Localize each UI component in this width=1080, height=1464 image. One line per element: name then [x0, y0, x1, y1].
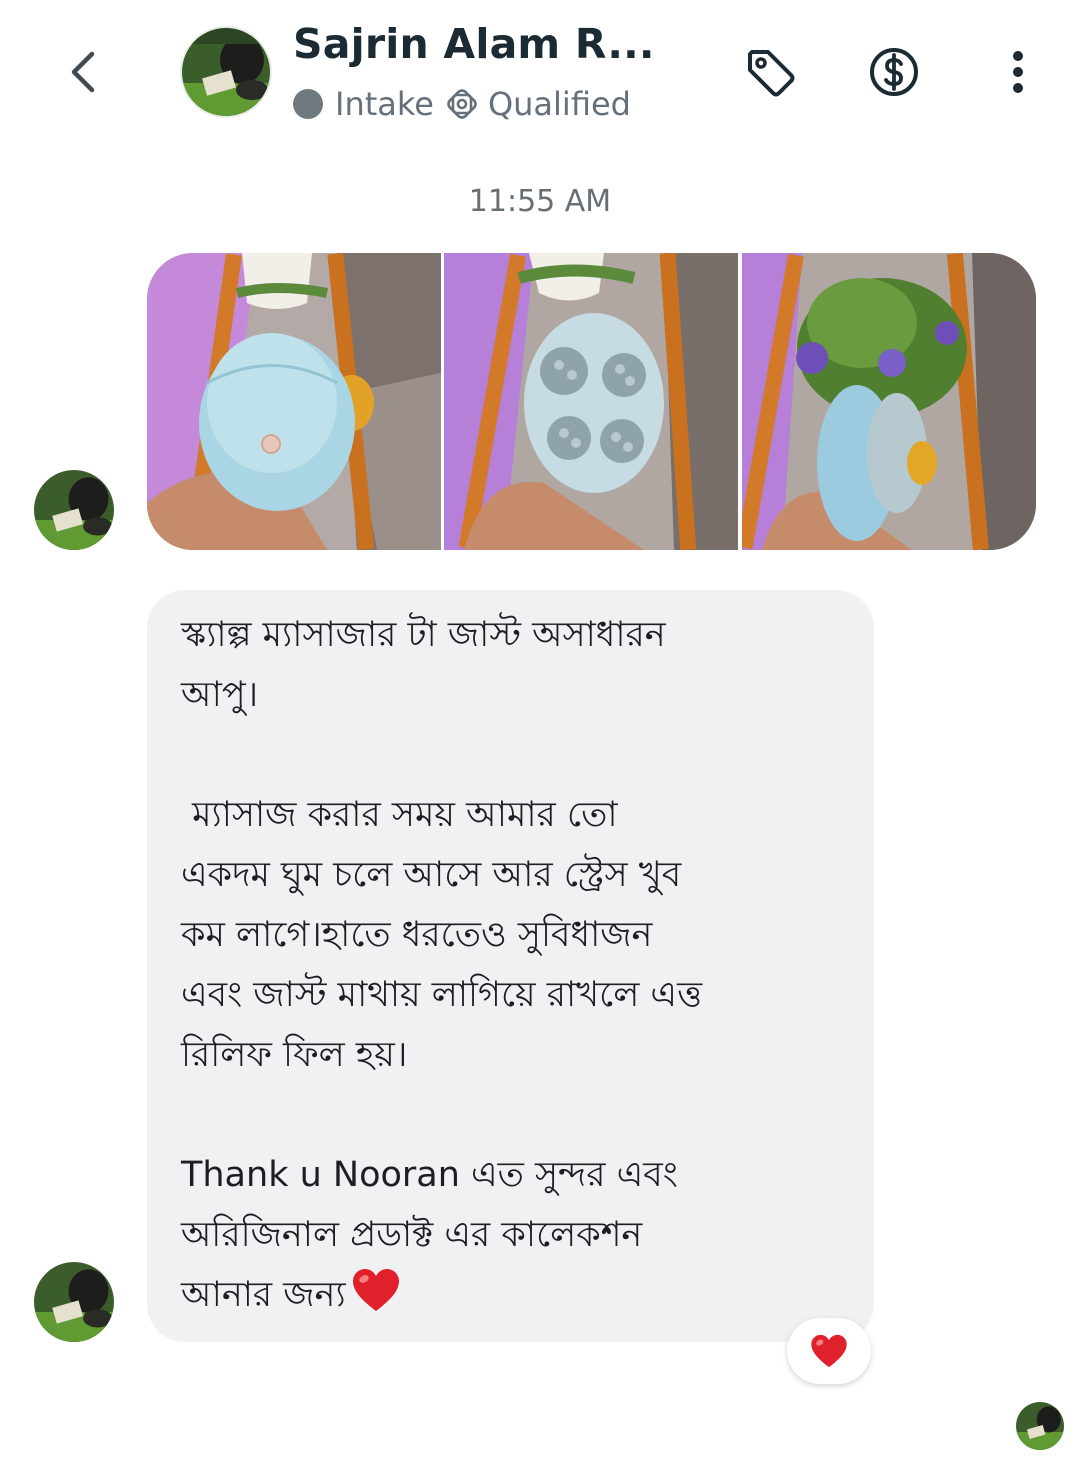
conversation-header: Sajrin Alam R... Intake Qualified: [0, 0, 1080, 150]
message-last-line: আনার জন্য: [181, 1265, 838, 1325]
payment-button[interactable]: [864, 42, 924, 102]
message-timestamp: 11:55 AM: [468, 184, 612, 219]
message-line: কম লাগে।হাতে ধরতেও সুবিধাজন: [181, 915, 653, 955]
seen-receipt-avatar: [1016, 1402, 1064, 1450]
gallery-photo[interactable]: [444, 253, 739, 550]
gallery-photo[interactable]: [741, 253, 1036, 550]
tag-button[interactable]: [740, 42, 800, 102]
message-line: এবং জাস্ট মাথায় লাগিয়ে রাখলে এত্ত: [181, 975, 703, 1015]
status-dot: [293, 89, 323, 119]
message-line: Thank u Nooran এত সুন্দর এবং: [181, 1155, 678, 1195]
message-line: অরিজিনাল প্রডাক্ট এর কালেকশন: [181, 1215, 643, 1255]
heart-emoji-icon: [352, 1269, 399, 1311]
contact-avatar[interactable]: [182, 28, 270, 116]
message-line: আনার জন্য: [181, 1275, 346, 1315]
message-line: আপু।: [181, 675, 259, 715]
image-gallery: [147, 253, 1036, 550]
message-bubble[interactable]: স্ক্যাল্প ম্যাসাজার টা জাস্ট অসাধারন আপু…: [147, 590, 874, 1342]
back-chevron-icon: [71, 51, 95, 93]
message-line: রিলিফ ফিল হয়।: [181, 1035, 408, 1075]
sender-avatar[interactable]: [34, 470, 114, 550]
back-button[interactable]: [58, 44, 108, 100]
heart-reaction-icon: [811, 1334, 847, 1368]
message-line: স্ক্যাল্প ম্যাসাজার টা জাস্ট অসাধারন: [181, 615, 666, 655]
stage-label: Qualified: [487, 85, 631, 123]
qualified-stage-icon: [447, 89, 477, 119]
sender-avatar[interactable]: [34, 1262, 114, 1342]
more-vertical-icon: [1013, 51, 1023, 93]
message-line: ম্যাসাজ করার সময় আমার তো: [181, 795, 618, 835]
more-options-button[interactable]: [990, 42, 1046, 102]
status-label: Intake: [335, 85, 434, 123]
message-line: একদম ঘুম চলে আসে আর স্ট্রেস খুব: [181, 855, 682, 895]
message-reaction[interactable]: [787, 1318, 871, 1384]
tag-icon: [748, 50, 795, 97]
contact-name[interactable]: Sajrin Alam R...: [293, 20, 655, 68]
contact-status-row[interactable]: Intake Qualified: [293, 82, 631, 126]
dollar-icon: [870, 48, 918, 96]
gallery-photo[interactable]: [147, 253, 441, 550]
